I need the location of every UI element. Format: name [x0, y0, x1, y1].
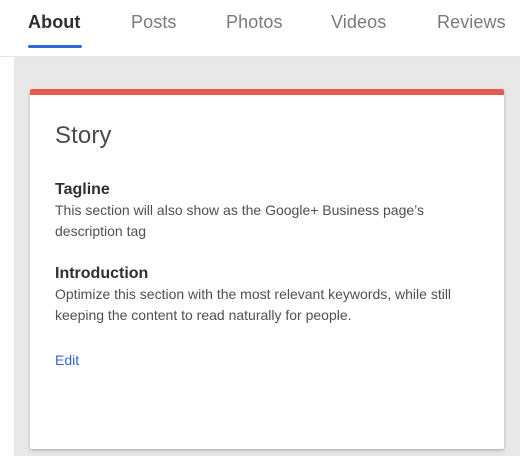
tagline-description: This section will also show as the Googl… [55, 202, 424, 239]
profile-tabs: About Posts Photos Videos Reviews [0, 0, 520, 57]
introduction-title: Introduction [55, 265, 149, 282]
story-card-body: Story Tagline This section will also sho… [55, 122, 486, 431]
introduction-section: Introduction Optimize this section with … [55, 264, 486, 326]
tab-videos[interactable]: Videos [331, 12, 386, 33]
edit-link[interactable]: Edit [55, 352, 79, 368]
tab-about[interactable]: About [28, 12, 80, 33]
tab-reviews[interactable]: Reviews [437, 12, 506, 33]
active-tab-indicator [28, 45, 82, 48]
card-accent-bar [30, 89, 504, 95]
tagline-title: Tagline [55, 181, 110, 198]
tab-photos[interactable]: Photos [226, 12, 283, 33]
introduction-description: Optimize this section with the most rele… [55, 286, 452, 323]
tab-posts[interactable]: Posts [131, 12, 177, 33]
card-title: Story [55, 122, 112, 149]
story-card: Story Tagline This section will also sho… [30, 89, 504, 449]
about-page: About Posts Photos Videos Reviews Story … [0, 0, 520, 456]
tagline-section: Tagline This section will also show as t… [55, 180, 486, 242]
